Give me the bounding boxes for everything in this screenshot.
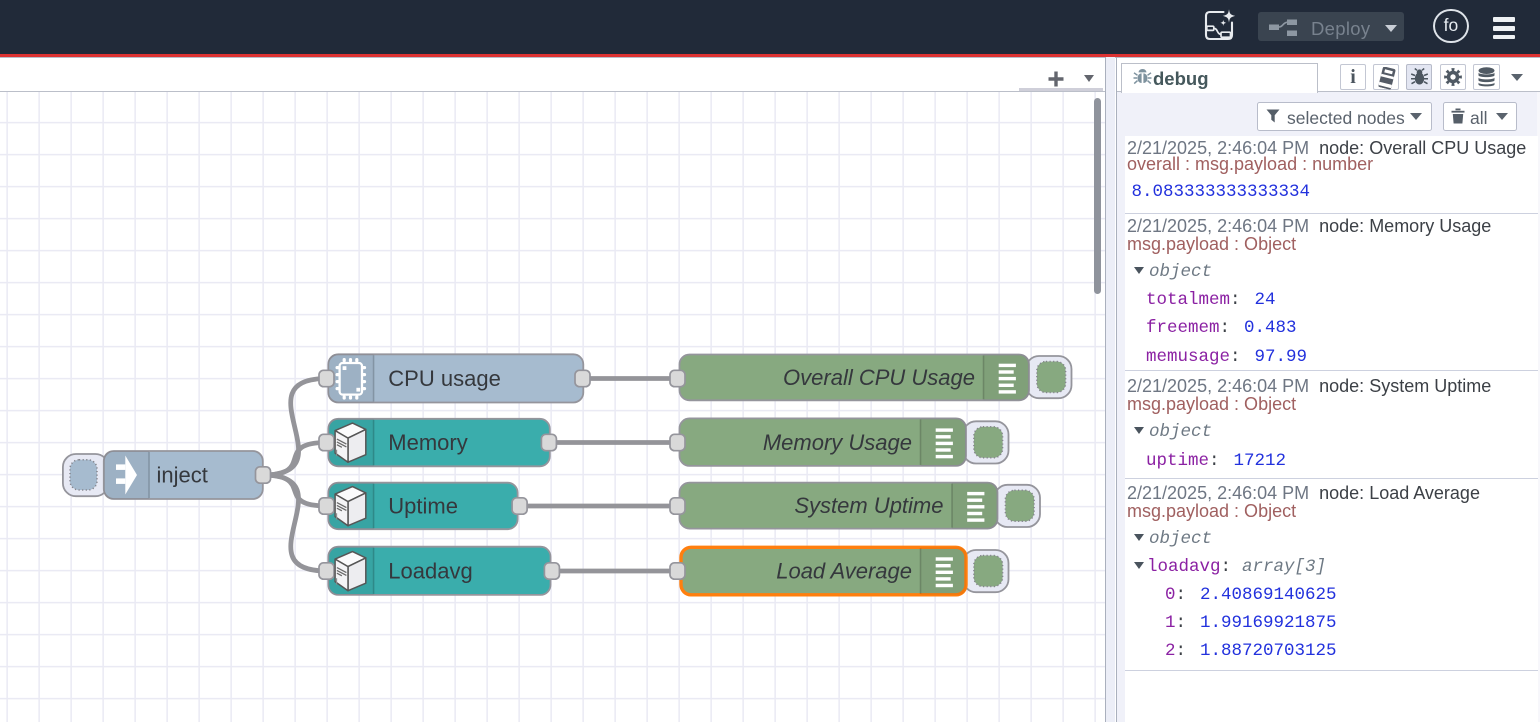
svg-text:Load Average: Load Average: [776, 559, 912, 584]
svg-text:Memory: Memory: [388, 430, 467, 455]
svg-text:System Uptime: System Uptime: [794, 493, 943, 518]
svg-text:Loadavg: Loadavg: [388, 558, 472, 583]
svg-text:Overall CPU Usage: Overall CPU Usage: [783, 365, 975, 390]
svg-text:Memory Usage: Memory Usage: [763, 430, 912, 455]
svg-text:CPU usage: CPU usage: [388, 366, 501, 391]
svg-text:Uptime: Uptime: [388, 494, 458, 519]
svg-text:inject: inject: [157, 463, 208, 488]
